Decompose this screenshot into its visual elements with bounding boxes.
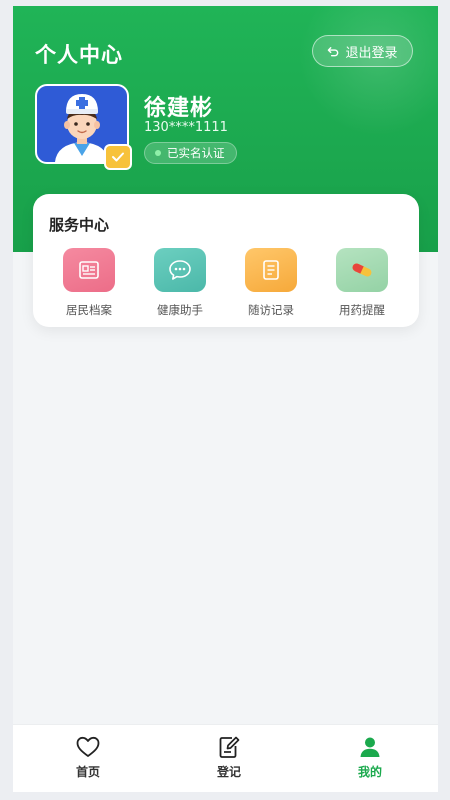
service-item-health-assistant[interactable]: 健康助手: [140, 248, 220, 318]
verified-badge: [104, 144, 132, 170]
person-icon: [360, 737, 380, 757]
service-label: 用药提醒: [339, 303, 385, 317]
service-item-followup-records[interactable]: 随访记录: [231, 248, 311, 318]
service-center-title: 服务中心: [49, 216, 110, 234]
document-icon: [245, 248, 297, 292]
page-title: 个人中心: [35, 43, 123, 67]
verified-status-tag: 已实名认证: [144, 142, 237, 164]
bottom-tab-bar: 首页 登记 我的: [13, 724, 438, 792]
tab-mine[interactable]: 我的: [330, 735, 410, 780]
service-label: 健康助手: [157, 303, 203, 317]
service-label: 随访记录: [248, 303, 294, 317]
service-label: 居民档案: [66, 303, 112, 317]
tab-label: 我的: [357, 765, 382, 779]
service-item-resident-file[interactable]: 居民档案: [49, 248, 129, 318]
heart-icon: [76, 736, 100, 757]
user-phone: 130****1111: [144, 120, 228, 135]
verified-status-label: 已实名认证: [167, 146, 225, 160]
check-icon: [112, 152, 124, 162]
undo-icon: [328, 46, 339, 56]
service-item-medication-reminder[interactable]: 用药提醒: [322, 248, 402, 318]
logout-button[interactable]: 退出登录: [312, 35, 413, 67]
tab-home[interactable]: 首页: [48, 735, 128, 780]
tab-register[interactable]: 登记: [189, 735, 269, 780]
tab-label: 登记: [216, 765, 241, 779]
pill-icon: [336, 248, 388, 292]
resident-file-icon: [63, 248, 115, 292]
edit-document-icon: [219, 736, 240, 758]
logout-label: 退出登录: [345, 45, 398, 61]
tab-label: 首页: [75, 765, 100, 779]
user-name: 徐建彬: [144, 96, 214, 121]
app-screen: 个人中心 退出登录 徐建彬 130****1111 已实名认证 服务中心 居民档…: [13, 6, 438, 792]
service-center-card: 服务中心 居民档案 健康助手 随访记录 用药提醒: [33, 194, 419, 327]
status-dot-icon: [155, 150, 161, 156]
chat-bubble-icon: [154, 248, 206, 292]
